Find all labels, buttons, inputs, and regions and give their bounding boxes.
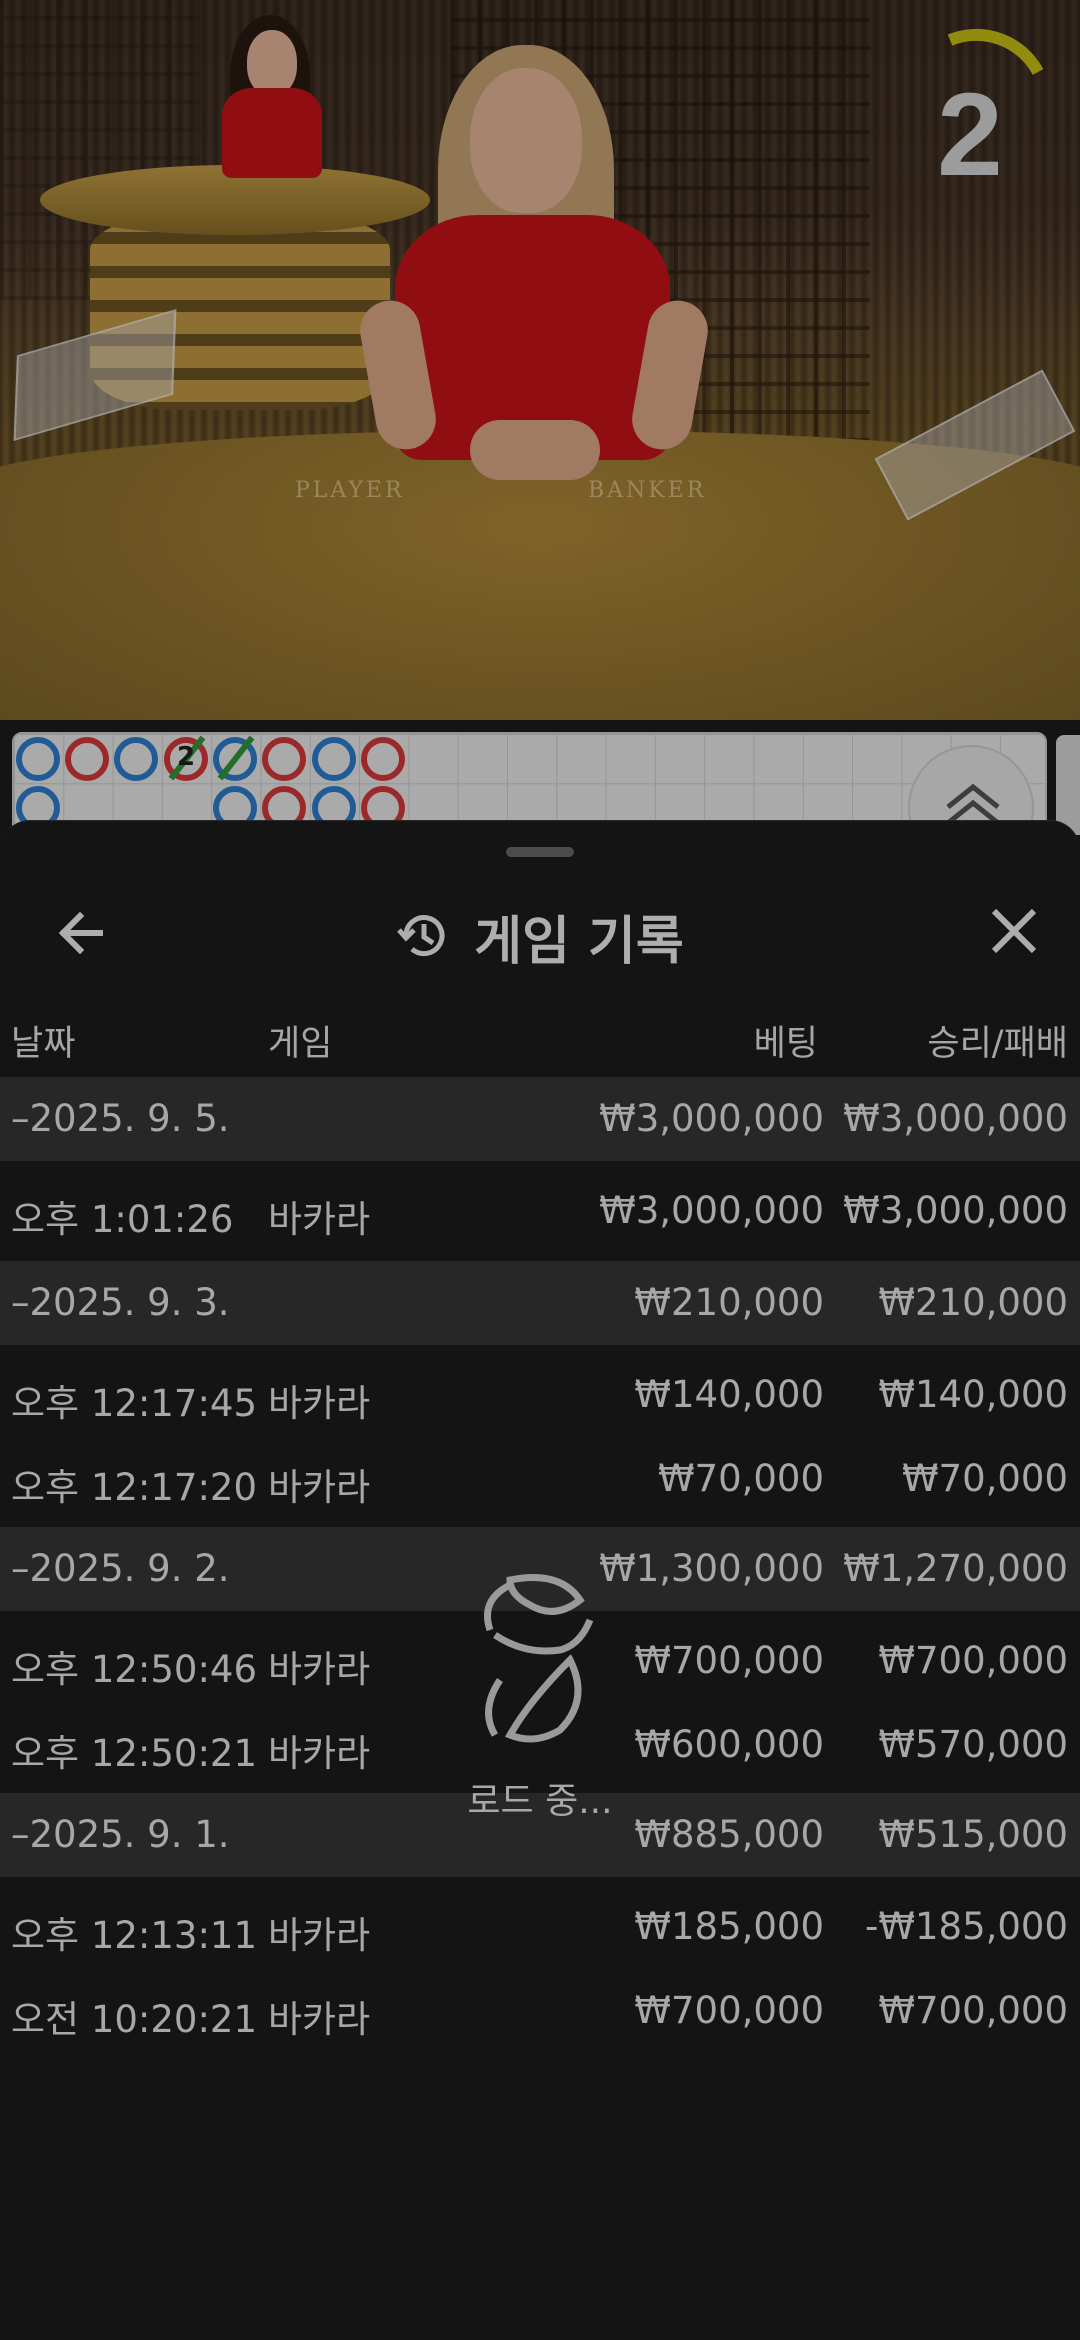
- group-win-loss-total: ₩3,000,000: [843, 1097, 1068, 1140]
- record-win-loss: ₩70,000: [901, 1457, 1068, 1500]
- group-bet-total: ₩885,000: [634, 1813, 824, 1856]
- record-game: 바카라: [268, 1198, 371, 1241]
- column-header-game: 게임: [268, 1024, 333, 1064]
- record-game: 바카라: [268, 1382, 371, 1425]
- game-record-row[interactable]: 오후 12:17:20 바카라 ₩70,000 ₩70,000: [0, 1437, 1080, 1521]
- close-button[interactable]: [982, 899, 1046, 963]
- player-table-label: PLAYER: [295, 478, 405, 503]
- banker-table-label: BANKER: [588, 478, 707, 503]
- column-header-bet: 베팅: [753, 1024, 818, 1064]
- record-time: 오후 1:01:26: [11, 1198, 234, 1241]
- group-date: –2025. 9. 2.: [11, 1547, 230, 1590]
- loading-indicator: 로드 중...: [440, 1560, 640, 1840]
- group-bet-total: ₩3,000,000: [599, 1097, 824, 1140]
- column-header-date: 날짜: [11, 1024, 76, 1064]
- record-bet: ₩140,000: [634, 1373, 824, 1416]
- record-time: 오전 10:20:21: [11, 1998, 258, 2041]
- sheet-header: 게임 기록: [0, 881, 1080, 991]
- record-time: 오후 12:50:46: [11, 1648, 258, 1691]
- record-bet: ₩700,000: [634, 1639, 824, 1682]
- group-date: –2025. 9. 5.: [11, 1097, 230, 1140]
- column-header-win-loss: 승리/패배: [927, 1024, 1068, 1064]
- record-bet: ₩600,000: [634, 1723, 824, 1766]
- date-group-row[interactable]: –2025. 9. 3. ₩210,000 ₩210,000: [0, 1261, 1080, 1345]
- game-record-row[interactable]: 오후 1:01:26 바카라 ₩3,000,000 ₩3,000,000: [0, 1169, 1080, 1253]
- player-bead: [312, 737, 356, 781]
- record-time: 오후 12:50:21: [11, 1732, 258, 1775]
- betting-countdown: 2: [937, 69, 1003, 201]
- record-win-loss: -₩185,000: [865, 1905, 1068, 1948]
- record-win-loss: ₩700,000: [878, 1639, 1068, 1682]
- loading-spinner-icon: [484, 1574, 594, 1743]
- banker-bead: [65, 737, 109, 781]
- group-win-loss-total: ₩1,270,000: [843, 1547, 1068, 1590]
- record-game: 바카라: [268, 1914, 371, 1957]
- record-win-loss: ₩3,000,000: [843, 1189, 1068, 1232]
- record-game: 바카라: [268, 1466, 371, 1509]
- record-bet: ₩700,000: [634, 1989, 824, 2032]
- group-bet-total: ₩210,000: [634, 1281, 824, 1324]
- sheet-title-group: 게임 기록: [0, 881, 1080, 991]
- record-bet: ₩185,000: [634, 1905, 824, 1948]
- game-record-row[interactable]: 오전 10:20:21 바카라 ₩700,000 ₩700,000: [0, 1969, 1080, 2053]
- record-game: 바카라: [268, 1732, 371, 1775]
- sheet-drag-handle[interactable]: [506, 847, 574, 857]
- record-bet: ₩70,000: [657, 1457, 824, 1500]
- record-win-loss: ₩570,000: [878, 1723, 1068, 1766]
- record-time: 오후 12:17:20: [11, 1466, 258, 1509]
- player-bead: [114, 737, 158, 781]
- banker-bead: [262, 737, 306, 781]
- group-win-loss-total: ₩515,000: [878, 1813, 1068, 1856]
- page-title: 게임 기록: [474, 911, 684, 972]
- group-date: –2025. 9. 3.: [11, 1281, 230, 1324]
- record-win-loss: ₩700,000: [878, 1989, 1068, 2032]
- banker-bead: [361, 737, 405, 781]
- table-header: 날짜 게임 베팅 승리/패배: [0, 1001, 1080, 1075]
- live-dealer-video: PLAYER BANKER 2: [0, 0, 1080, 720]
- group-date: –2025. 9. 1.: [11, 1813, 230, 1856]
- close-icon: [991, 908, 1037, 954]
- record-win-loss: ₩140,000: [878, 1373, 1068, 1416]
- player-bead: [16, 737, 60, 781]
- game-record-row[interactable]: 오후 12:17:45 바카라 ₩140,000 ₩140,000: [0, 1353, 1080, 1437]
- loading-label: 로드 중...: [467, 1781, 613, 1822]
- record-bet: ₩3,000,000: [599, 1189, 824, 1232]
- side-panel-edge: [1056, 735, 1080, 835]
- record-game: 바카라: [268, 1998, 371, 2041]
- record-game: 바카라: [268, 1648, 371, 1691]
- record-time: 오후 12:13:11: [11, 1914, 258, 1957]
- record-time: 오후 12:17:45: [11, 1382, 258, 1425]
- game-record-row[interactable]: 오후 12:13:11 바카라 ₩185,000 -₩185,000: [0, 1885, 1080, 1969]
- bead-road-scoreboard[interactable]: 2: [12, 732, 1047, 832]
- history-icon: [397, 915, 445, 957]
- tie-count: 2: [177, 742, 196, 772]
- group-win-loss-total: ₩210,000: [878, 1281, 1068, 1324]
- date-group-row[interactable]: –2025. 9. 5. ₩3,000,000 ₩3,000,000: [0, 1077, 1080, 1161]
